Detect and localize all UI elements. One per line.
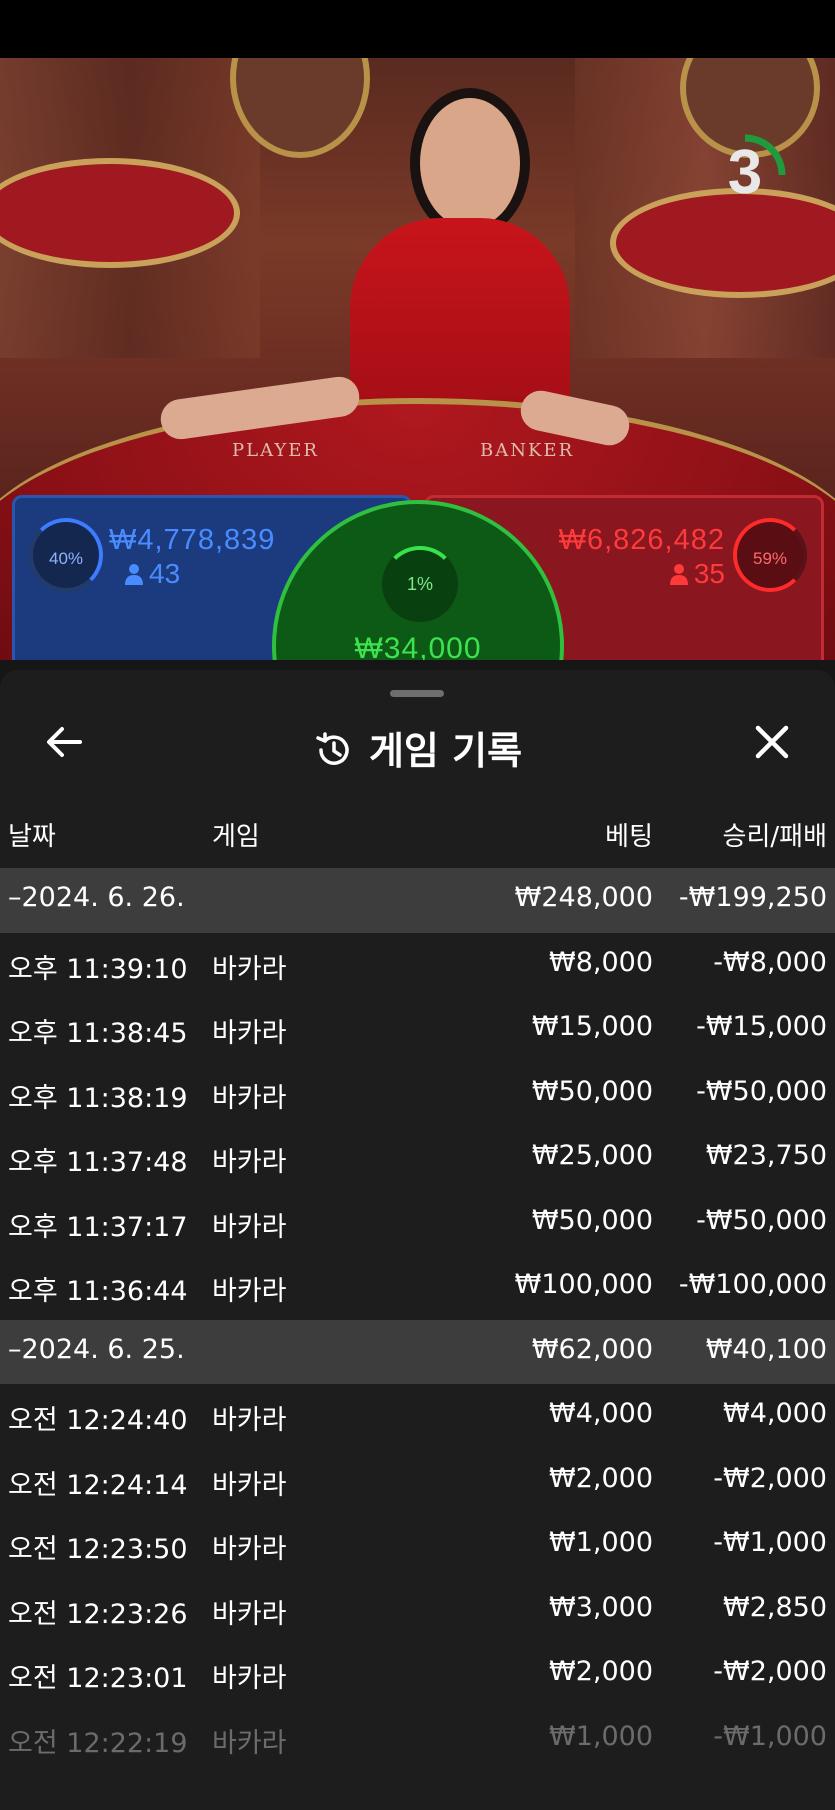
row-time: 오전 12:23:26 [8, 1598, 188, 1630]
row-bet: ₩2,000 [549, 1462, 653, 1494]
row-bet: ₩50,000 [531, 1075, 653, 1107]
row-bet: ₩62,000 [531, 1333, 653, 1365]
table-row: 오전 12:22:19 바카라 ₩1,000 -₩1,000 [0, 1707, 835, 1772]
row-result: -₩15,000 [696, 1011, 827, 1042]
row-time: 오후 11:38:19 [8, 1082, 188, 1114]
date-group-label: –2024. 6. 26. [8, 882, 185, 913]
row-bet: ₩1,000 [549, 1720, 653, 1752]
row-time: 오전 12:23:50 [8, 1534, 188, 1565]
row-time: 오전 12:22:19 [8, 1727, 188, 1759]
row-result: -₩1,000 [713, 1720, 827, 1752]
table-row: 오후 11:36:44 바카라 ₩100,000 -₩100,000 [0, 1255, 835, 1320]
table-row: 오후 11:38:19 바카라 ₩50,000 -₩50,000 [0, 1062, 835, 1127]
row-time: 오전 12:23:01 [8, 1663, 188, 1694]
banker-percent: 59% [733, 518, 807, 592]
dealer-head [420, 98, 520, 228]
row-game: 바카라 [212, 953, 287, 985]
row-result: -₩2,000 [713, 1462, 827, 1494]
row-result: -₩2,000 [713, 1656, 827, 1687]
row-bet: ₩4,000 [549, 1398, 653, 1429]
history-icon [316, 732, 349, 765]
row-game: 바카라 [212, 1211, 287, 1243]
date-group-row[interactable]: –2024. 6. 26. ₩248,000 -₩199,250 [0, 868, 835, 933]
row-bet: ₩248,000 [514, 882, 653, 913]
row-result: -₩8,000 [713, 946, 827, 978]
row-bet: ₩1,000 [549, 1527, 653, 1558]
column-header-game: 게임 [212, 822, 260, 852]
table-label-player: PLAYER [232, 440, 319, 461]
history-table-body: –2024. 6. 26. ₩248,000 -₩199,250 오후 11:39:1… [0, 868, 835, 1771]
table-row: 오전 12:24:14 바카라 ₩2,000 -₩2,000 [0, 1449, 835, 1514]
player-percent: 40% [29, 518, 103, 592]
row-time: 오후 11:39:10 [8, 953, 188, 985]
sheet-title-text: 게임 기록 [368, 729, 523, 773]
row-time: 오후 11:37:17 [8, 1211, 188, 1243]
row-bet: ₩3,000 [549, 1591, 653, 1623]
row-result: -₩50,000 [696, 1204, 827, 1236]
banker-bettor-count-value: 35 [693, 558, 725, 589]
tie-percent: 1% [382, 546, 458, 622]
table-row: 오전 12:24:40 바카라 ₩4,000 ₩4,000 [0, 1384, 835, 1449]
row-bet: ₩50,000 [531, 1204, 653, 1236]
row-result: ₩2,850 [723, 1591, 827, 1623]
column-header-result: 승리/패배 [722, 822, 827, 852]
row-time: 오전 12:24:14 [8, 1469, 188, 1501]
sheet-title: 게임 기록 [0, 720, 835, 775]
date-group-label: –2024. 6. 25. [8, 1333, 185, 1365]
row-time: 오후 11:36:44 [8, 1276, 188, 1307]
row-time: 오후 11:38:45 [8, 1018, 188, 1049]
row-bet: ₩100,000 [514, 1269, 653, 1300]
table-row: 오후 11:39:10 바카라 ₩8,000 -₩8,000 [0, 933, 835, 998]
row-time: 오전 12:24:40 [8, 1405, 188, 1436]
user-icon [125, 564, 143, 585]
close-icon[interactable] [748, 718, 796, 766]
row-bet: ₩2,000 [549, 1656, 653, 1687]
row-game: 바카라 [212, 1469, 287, 1501]
row-time: 오후 11:37:48 [8, 1147, 188, 1178]
table-row: 오후 11:38:45 바카라 ₩15,000 -₩15,000 [0, 997, 835, 1062]
row-game: 바카라 [212, 1727, 287, 1759]
table-row: 오전 12:23:50 바카라 ₩1,000 -₩1,000 [0, 1513, 835, 1578]
table-row: 오후 11:37:17 바카라 ₩50,000 -₩50,000 [0, 1191, 835, 1256]
column-header-date: 날짜 [8, 822, 56, 852]
banker-bettor-count: 35 [669, 558, 725, 590]
row-result: ₩4,000 [723, 1398, 827, 1429]
table-label-banker: BANKER [480, 440, 575, 461]
game-history-sheet: 게임 기록 날짜 게임 베팅 승리/패배 –2024. 6. 26. ₩248,0… [0, 670, 835, 1810]
player-bettor-count: 43 [125, 558, 180, 590]
row-game: 바카라 [212, 1018, 287, 1049]
row-result: ₩40,100 [705, 1333, 827, 1365]
user-icon [669, 564, 688, 585]
row-bet: ₩15,000 [531, 1011, 653, 1042]
table-row: 오후 11:37:48 바카라 ₩25,000 ₩23,750 [0, 1126, 835, 1191]
column-header-bet: 베팅 [605, 822, 653, 852]
row-bet: ₩25,000 [531, 1140, 653, 1171]
row-game: 바카라 [212, 1082, 287, 1114]
row-result: ₩23,750 [705, 1140, 827, 1171]
row-result: -₩100,000 [678, 1269, 827, 1300]
row-game: 바카라 [212, 1147, 287, 1178]
countdown-timer: 3 [727, 138, 763, 207]
row-result: -₩50,000 [696, 1075, 827, 1107]
row-bet: ₩8,000 [549, 946, 653, 978]
row-game: 바카라 [212, 1405, 287, 1436]
player-bet-total: ₩4,778,839 [109, 524, 276, 556]
history-table-header: 날짜 게임 베팅 승리/패배 [0, 804, 835, 864]
status-bar [0, 0, 835, 58]
row-game: 바카라 [212, 1598, 287, 1630]
table-row: 오전 12:23:01 바카라 ₩2,000 -₩2,000 [0, 1642, 835, 1707]
drag-handle[interactable] [390, 690, 444, 697]
row-game: 바카라 [212, 1276, 287, 1307]
player-bettor-count-value: 43 [149, 558, 181, 589]
date-group-row[interactable]: –2024. 6. 25. ₩62,000 ₩40,100 [0, 1319, 835, 1384]
table-row: 오전 12:23:26 바카라 ₩3,000 ₩2,850 [0, 1578, 835, 1643]
banker-bet-total: ₩6,826,482 [558, 524, 725, 556]
row-result: -₩1,000 [713, 1527, 827, 1558]
row-result: -₩199,250 [678, 882, 827, 913]
row-game: 바카라 [212, 1534, 287, 1565]
row-game: 바카라 [212, 1663, 287, 1694]
